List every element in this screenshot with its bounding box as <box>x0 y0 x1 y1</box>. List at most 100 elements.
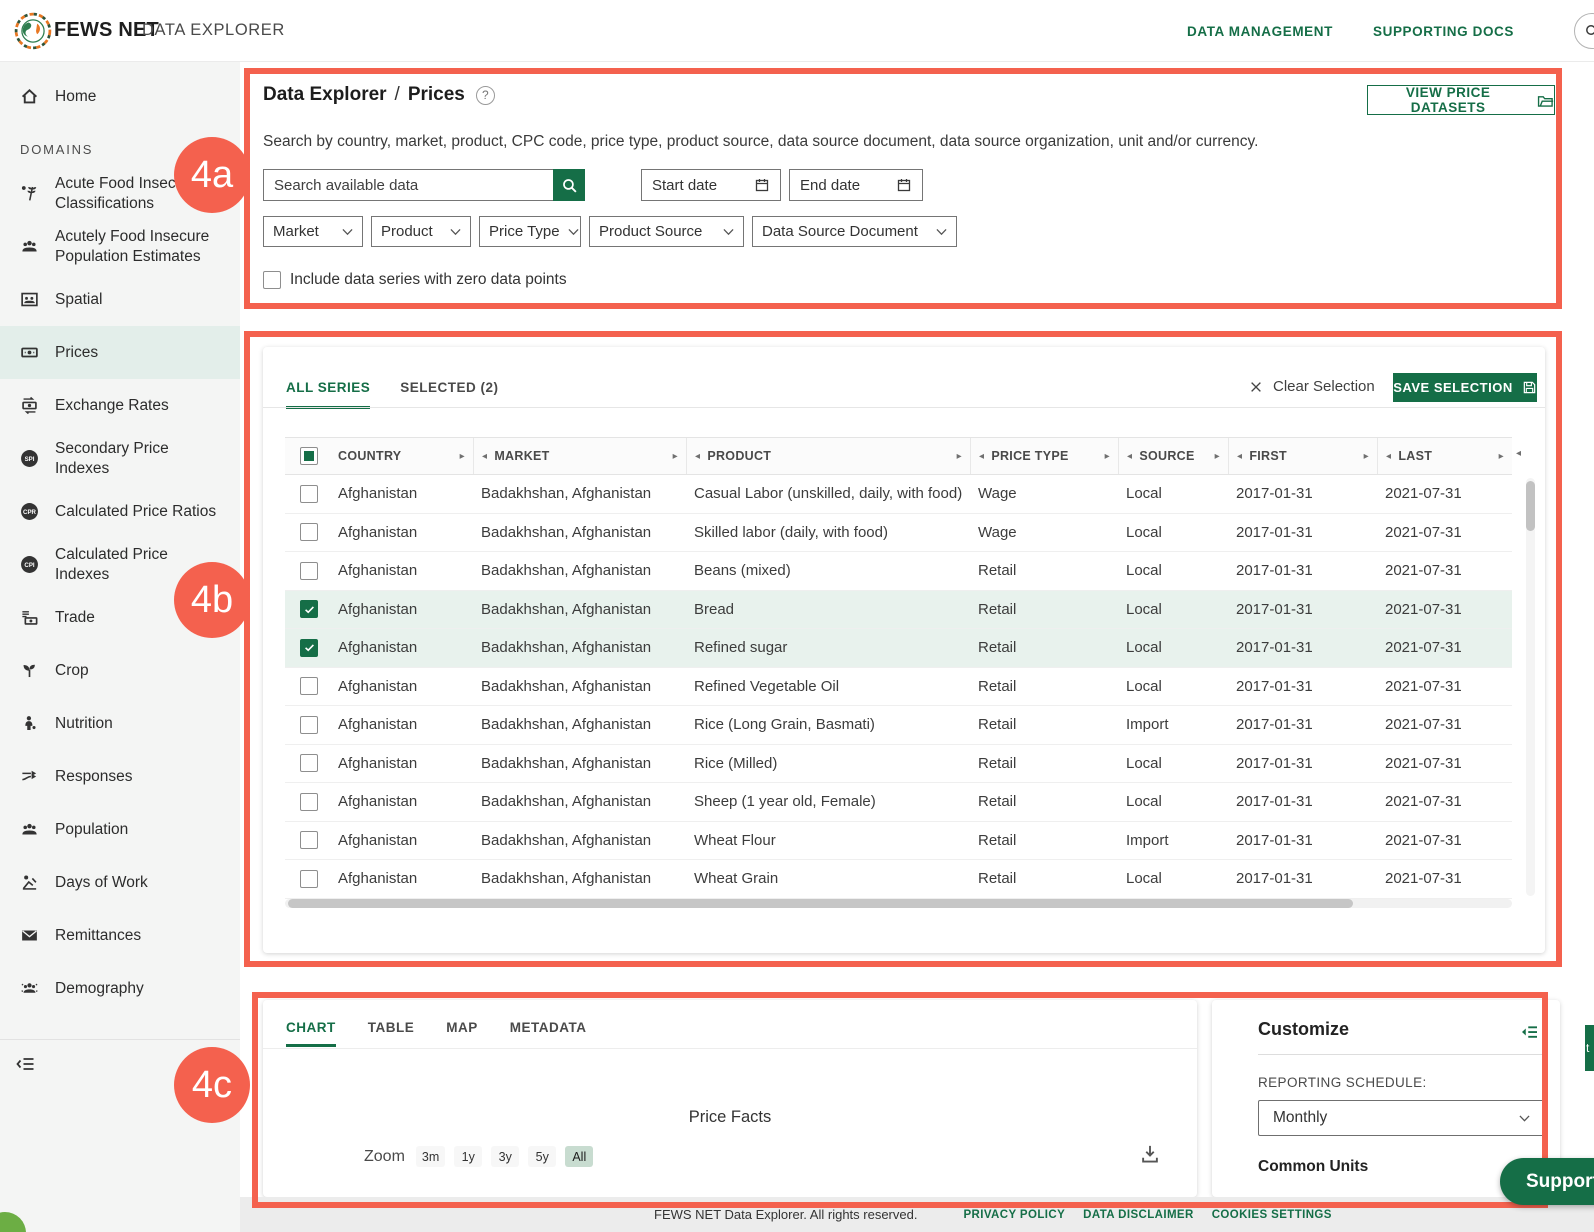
sidebar-item-acutely-food-insecure-population-estimates[interactable]: Acutely Food Insecure Population Estimat… <box>0 220 240 273</box>
footer-link-privacy-policy[interactable]: PRIVACY POLICY <box>963 1209 1065 1221</box>
table-row[interactable]: AfghanistanBadakhshan, AfghanistanRice (… <box>285 706 1512 745</box>
view-price-datasets-button[interactable]: VIEW PRICE DATASETS <box>1367 85 1555 115</box>
sort-right-icon[interactable]: ▸ <box>1364 451 1369 462</box>
row-checkbox[interactable] <box>300 754 318 772</box>
sort-right-icon[interactable]: ▸ <box>460 451 465 462</box>
support-button[interactable]: Support <box>1500 1158 1594 1205</box>
nav-link-supporting-docs[interactable]: SUPPORTING DOCS <box>1373 24 1514 39</box>
row-checkbox[interactable] <box>300 562 318 580</box>
column-header-price-type[interactable]: ◂PRICE TYPE▸ <box>970 438 1118 474</box>
sidebar-item-responses[interactable]: Responses <box>0 750 240 803</box>
tab-all-series[interactable]: ALL SERIES <box>286 380 370 409</box>
filter-product-source[interactable]: Product Source <box>589 216 744 247</box>
column-header-last[interactable]: ◂LAST▸ <box>1377 438 1512 474</box>
vertical-scrollbar-thumb[interactable] <box>1526 481 1535 531</box>
table-row[interactable]: AfghanistanBadakhshan, AfghanistanCasual… <box>285 475 1512 514</box>
sidebar-item-nutrition[interactable]: Nutrition <box>0 697 240 750</box>
row-checkbox[interactable] <box>300 793 318 811</box>
row-checkbox[interactable] <box>300 677 318 695</box>
table-row[interactable]: AfghanistanBadakhshan, AfghanistanRice (… <box>285 745 1512 784</box>
row-checkbox[interactable] <box>300 870 318 888</box>
table-row[interactable]: AfghanistanBadakhshan, AfghanistanSheep … <box>285 783 1512 822</box>
sidebar-item-prices[interactable]: Prices <box>0 326 240 379</box>
sort-left-icon[interactable]: ◂ <box>1516 448 1521 459</box>
zoom-1y-button[interactable]: 1y <box>454 1146 482 1167</box>
help-icon[interactable]: ? <box>476 86 495 105</box>
tab-metadata[interactable]: METADATA <box>510 1020 587 1047</box>
footer-link-data-disclaimer[interactable]: DATA DISCLAIMER <box>1083 1209 1194 1221</box>
reporting-schedule-select[interactable]: Monthly <box>1258 1100 1545 1136</box>
sidebar-item-calculated-price-indexes[interactable]: CPICalculated Price Indexes <box>0 538 240 591</box>
select-all-cell[interactable] <box>285 438 330 474</box>
table-row[interactable]: AfghanistanBadakhshan, AfghanistanWheat … <box>285 860 1512 899</box>
horizontal-scrollbar[interactable] <box>285 899 1512 908</box>
end-date-field[interactable]: End date <box>789 169 923 201</box>
sort-left-icon[interactable]: ◂ <box>695 451 700 462</box>
table-row[interactable]: AfghanistanBadakhshan, AfghanistanRefine… <box>285 629 1512 668</box>
table-row[interactable]: AfghanistanBadakhshan, AfghanistanWheat … <box>285 822 1512 861</box>
save-selection-button[interactable]: SAVE SELECTION <box>1393 373 1537 402</box>
sidebar-item-secondary-price-indexes[interactable]: SPISecondary Price Indexes <box>0 432 240 485</box>
sidebar-item-crop[interactable]: Crop <box>0 644 240 697</box>
tab-chart[interactable]: CHART <box>286 1020 336 1047</box>
nav-link-data-management[interactable]: DATA MANAGEMENT <box>1187 24 1333 39</box>
column-header-market[interactable]: ◂MARKET▸ <box>473 438 686 474</box>
download-icon[interactable] <box>1140 1144 1160 1164</box>
zero-data-checkbox[interactable] <box>263 271 281 289</box>
row-checkbox[interactable] <box>300 639 318 657</box>
sort-right-icon[interactable]: ▸ <box>1105 451 1110 462</box>
zoom-3m-button[interactable]: 3m <box>416 1146 445 1167</box>
tab-selected-2[interactable]: SELECTED (2) <box>400 380 498 409</box>
sidebar-collapse-button[interactable] <box>0 1040 240 1079</box>
column-header-product[interactable]: ◂PRODUCT▸ <box>686 438 970 474</box>
column-header-country[interactable]: COUNTRY▸ <box>330 438 473 474</box>
row-checkbox[interactable] <box>300 831 318 849</box>
search-input[interactable] <box>263 169 553 201</box>
horizontal-scrollbar-thumb[interactable] <box>288 899 1353 908</box>
footer-link-cookies-settings[interactable]: COOKIES SETTINGS <box>1212 1209 1332 1221</box>
table-row[interactable]: AfghanistanBadakhshan, AfghanistanBreadR… <box>285 591 1512 630</box>
row-checkbox[interactable] <box>300 716 318 734</box>
fewsnet-logo-icon[interactable] <box>14 12 52 50</box>
sort-left-icon[interactable]: ◂ <box>979 451 984 462</box>
filter-product[interactable]: Product <box>371 216 471 247</box>
filter-market[interactable]: Market <box>263 216 363 247</box>
sidebar-item-trade[interactable]: Trade <box>0 591 240 644</box>
sidebar-item-remittances[interactable]: Remittances <box>0 909 240 962</box>
clear-selection-button[interactable]: Clear Selection <box>1249 378 1375 395</box>
sidebar-item-spatial[interactable]: Spatial <box>0 273 240 326</box>
tab-table[interactable]: TABLE <box>368 1020 415 1047</box>
sidebar-item-exchange-rates[interactable]: Exchange Rates <box>0 379 240 432</box>
sort-right-icon[interactable]: ▸ <box>673 451 678 462</box>
start-date-field[interactable]: Start date <box>641 169 781 201</box>
sidebar-item-acute-food-insecure-classifications[interactable]: Acute Food Insecure Classifications <box>0 167 240 220</box>
breadcrumb-root[interactable]: Data Explorer <box>263 84 387 106</box>
select-all-checkbox[interactable] <box>300 447 318 465</box>
sort-left-icon[interactable]: ◂ <box>1386 451 1391 462</box>
zoom-3y-button[interactable]: 3y <box>491 1146 519 1167</box>
sort-left-icon[interactable]: ◂ <box>1127 451 1132 462</box>
sidebar-item-days-of-work[interactable]: Days of Work <box>0 856 240 909</box>
collapse-panel-icon[interactable] <box>1520 1022 1540 1042</box>
sidebar-item-demography[interactable]: Demography <box>0 962 240 1015</box>
sort-left-icon[interactable]: ◂ <box>482 451 487 462</box>
column-header-first[interactable]: ◂FIRST▸ <box>1228 438 1377 474</box>
tab-map[interactable]: MAP <box>446 1020 478 1047</box>
table-row[interactable]: AfghanistanBadakhshan, AfghanistanSkille… <box>285 514 1512 553</box>
sidebar-item-calculated-price-ratios[interactable]: CPRCalculated Price Ratios <box>0 485 240 538</box>
search-submit-button[interactable] <box>553 169 585 201</box>
row-checkbox[interactable] <box>300 600 318 618</box>
filter-data-source-document[interactable]: Data Source Document <box>752 216 957 247</box>
row-checkbox[interactable] <box>300 523 318 541</box>
zoom-5y-button[interactable]: 5y <box>528 1146 556 1167</box>
sidebar-item-population[interactable]: Population <box>0 803 240 856</box>
sidebar-item-home[interactable]: Home <box>0 62 240 126</box>
table-row[interactable]: AfghanistanBadakhshan, AfghanistanBeans … <box>285 552 1512 591</box>
edge-tab[interactable]: t <box>1585 1025 1594 1071</box>
row-checkbox[interactable] <box>300 485 318 503</box>
table-row[interactable]: AfghanistanBadakhshan, AfghanistanRefine… <box>285 668 1512 707</box>
sort-right-icon[interactable]: ▸ <box>1215 451 1220 462</box>
sort-right-icon[interactable]: ▸ <box>1499 451 1504 462</box>
filter-price-type[interactable]: Price Type <box>479 216 581 247</box>
zoom-all-button[interactable]: All <box>565 1146 593 1167</box>
